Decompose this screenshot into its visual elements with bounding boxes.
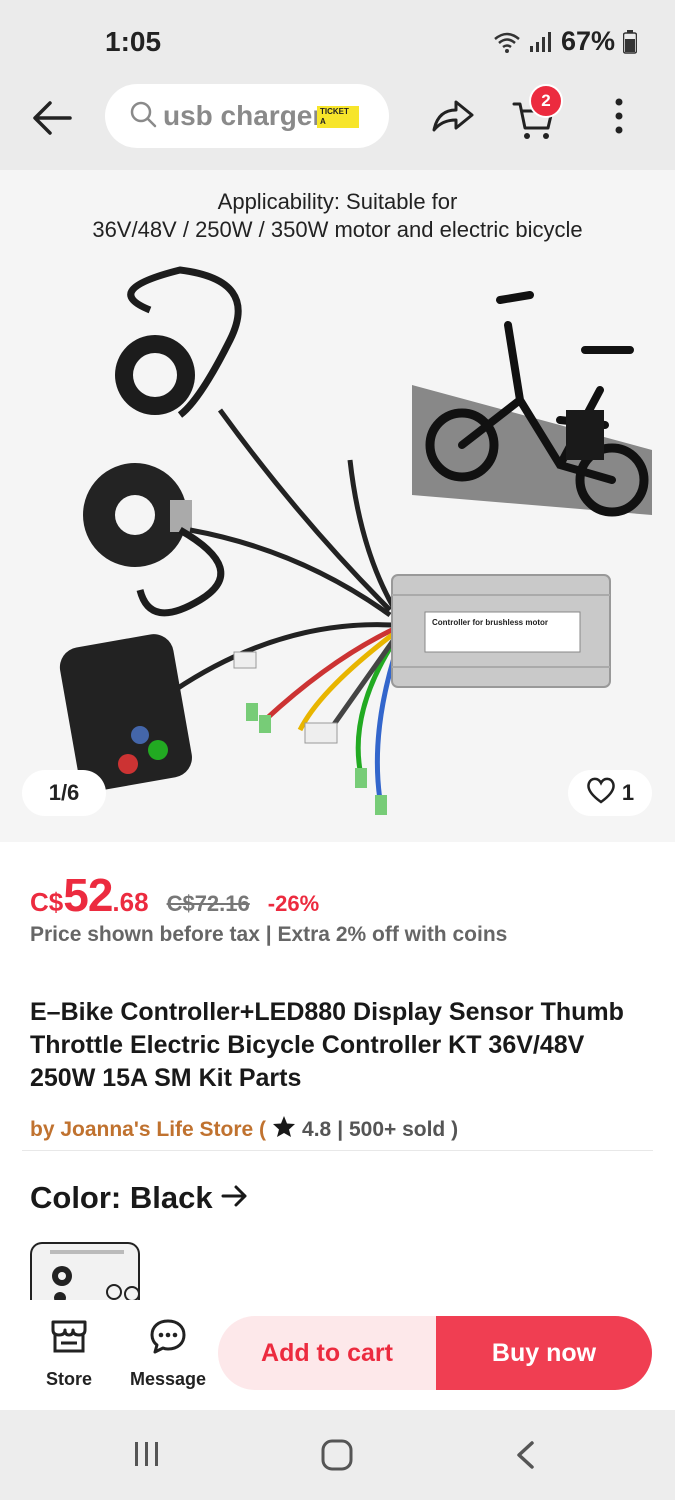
- product-image-gallery[interactable]: Applicability: Suitable for 36V/48V / 25…: [0, 170, 675, 842]
- store-name: by Joanna's Life Store (: [30, 1117, 267, 1141]
- message-icon: [149, 1318, 187, 1359]
- recent-apps-icon[interactable]: [132, 1440, 162, 1473]
- add-to-cart-button[interactable]: Add to cart: [218, 1316, 436, 1390]
- buy-now-button[interactable]: Buy now: [436, 1316, 652, 1390]
- more-menu-icon[interactable]: [612, 96, 626, 141]
- pas-sensor: [83, 463, 225, 617]
- battery-percent: 67%: [560, 26, 615, 56]
- star-icon: [272, 1115, 296, 1144]
- search-bar[interactable]: usb charger TICKET A: [105, 84, 389, 148]
- store-label: Store: [46, 1369, 93, 1389]
- wishlist-count: 1: [621, 780, 635, 805]
- price-currency: C$: [30, 887, 64, 917]
- back-arrow-icon[interactable]: [30, 98, 76, 138]
- discount-badge: -26%: [267, 891, 320, 916]
- cart-count-badge: 2: [529, 84, 563, 118]
- search-query: usb charger: [163, 100, 324, 131]
- top-nav: usb charger TICKET A 2: [0, 84, 675, 170]
- controller-box: Controller for brushless motor: [391, 574, 611, 688]
- tax-note: Price shown before tax | Extra 2% off wi…: [30, 923, 508, 946]
- wires: [173, 408, 401, 801]
- status-icons: 67%: [493, 26, 637, 57]
- connectors: [233, 651, 387, 815]
- message-label: Message: [130, 1369, 207, 1389]
- price-integer: 52: [63, 869, 113, 921]
- back-icon[interactable]: [514, 1440, 536, 1475]
- price-decimal: .68: [112, 887, 149, 917]
- store-button[interactable]: Store: [46, 1318, 92, 1390]
- battery-icon: [623, 29, 637, 54]
- sold-count: | 500+ sold ): [337, 1117, 459, 1141]
- store-link[interactable]: by Joanna's Life Store ( 4.8 | 500+ sold…: [30, 1115, 458, 1144]
- divider: [22, 1150, 653, 1151]
- price-row: C$ 52 .68 C$72.16 -26%: [30, 868, 319, 922]
- thumb-throttle: [115, 266, 242, 418]
- ebike-photo: [412, 291, 652, 517]
- search-icon: [129, 100, 157, 133]
- status-time: 1:05: [105, 26, 162, 57]
- color-option-thumbnail[interactable]: [30, 1242, 140, 1302]
- image-counter: 1/6: [22, 770, 106, 816]
- product-image: Controller for brushless motor: [59, 266, 652, 815]
- share-icon[interactable]: [430, 96, 476, 141]
- wishlist-button[interactable]: 1: [568, 770, 652, 816]
- signal-icon: [529, 31, 553, 53]
- controller-label: Controller for brushless motor: [432, 618, 548, 627]
- product-title: E–Bike Controller+LED880 Display Sensor …: [30, 998, 624, 1092]
- color-selector[interactable]: Color: Black: [30, 1180, 249, 1216]
- home-icon[interactable]: [320, 1438, 354, 1477]
- color-label: Color: Black: [30, 1180, 213, 1215]
- thumbnail-image: [50, 1250, 138, 1302]
- wifi-icon: [493, 30, 521, 54]
- system-nav-bar: [0, 1410, 675, 1500]
- arrow-right-icon: [221, 1180, 249, 1216]
- store-rating: 4.8: [302, 1117, 332, 1141]
- heart-icon: [586, 776, 616, 810]
- ticket-sticker: TICKET A: [317, 106, 359, 128]
- message-button[interactable]: Message: [130, 1318, 206, 1390]
- bottom-action-bar: Store Message Add to cart Buy now: [0, 1300, 675, 1410]
- original-price: C$72.16: [166, 891, 250, 916]
- store-icon: [50, 1318, 88, 1359]
- status-bar: 1:05 67%: [0, 0, 675, 84]
